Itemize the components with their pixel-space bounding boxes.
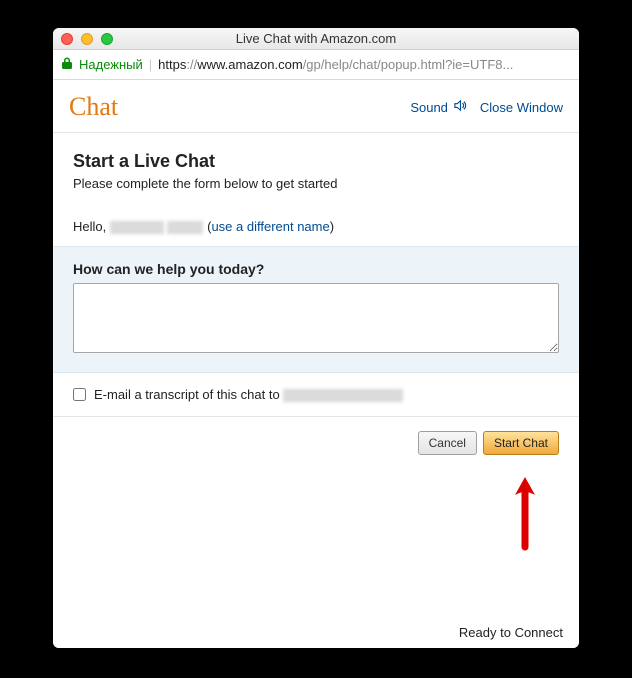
minimize-window-icon[interactable] xyxy=(81,33,93,45)
redacted-name xyxy=(167,221,203,234)
sound-label: Sound xyxy=(410,100,448,115)
redacted-name xyxy=(110,221,164,234)
start-subtitle: Please complete the form below to get st… xyxy=(73,176,559,191)
lock-icon xyxy=(61,57,73,73)
url-domain: www.amazon.com xyxy=(197,57,302,72)
close-window-icon[interactable] xyxy=(61,33,73,45)
chat-page: Chat Sound Close Window Start a Live Cha… xyxy=(53,80,579,648)
url-https: https xyxy=(158,57,186,72)
intro-section: Start a Live Chat Please complete the fo… xyxy=(53,133,579,246)
question-label: How can we help you today? xyxy=(73,261,559,277)
start-title: Start a Live Chat xyxy=(73,151,559,172)
address-bar[interactable]: Надежный | https://www.amazon.com/gp/hel… xyxy=(53,50,579,80)
page-title: Chat xyxy=(69,92,118,122)
email-transcript-row: E-mail a transcript of this chat to xyxy=(53,373,579,417)
status-text: Ready to Connect xyxy=(459,617,563,648)
traffic-lights xyxy=(61,33,113,45)
email-transcript-label: E-mail a transcript of this chat to xyxy=(94,387,403,402)
arrow-annotation-icon xyxy=(505,475,545,555)
sound-toggle[interactable]: Sound xyxy=(410,98,468,116)
window-titlebar: Live Chat with Amazon.com xyxy=(53,28,579,50)
browser-window: Live Chat with Amazon.com Надежный | htt… xyxy=(53,28,579,648)
chat-header: Chat Sound Close Window xyxy=(53,80,579,133)
redacted-email xyxy=(283,389,403,402)
maximize-window-icon[interactable] xyxy=(101,33,113,45)
secure-label: Надежный xyxy=(79,57,143,72)
question-textarea[interactable] xyxy=(73,283,559,353)
hello-prefix: Hello, xyxy=(73,219,110,234)
url-path: /gp/help/chat/popup.html?ie=UTF8... xyxy=(303,57,514,72)
paren-close: ) xyxy=(330,219,334,234)
use-different-name-link[interactable]: use a different name xyxy=(211,219,329,234)
speaker-icon xyxy=(453,98,468,116)
email-transcript-checkbox[interactable] xyxy=(73,388,86,401)
addressbar-divider: | xyxy=(149,57,152,72)
window-title: Live Chat with Amazon.com xyxy=(53,31,579,46)
close-window-link[interactable]: Close Window xyxy=(480,100,563,115)
cancel-button[interactable]: Cancel xyxy=(418,431,477,455)
url-text: https://www.amazon.com/gp/help/chat/popu… xyxy=(158,57,571,72)
start-chat-button[interactable]: Start Chat xyxy=(483,431,559,455)
hello-line: Hello, (use a different name) xyxy=(73,219,559,234)
header-links: Sound Close Window xyxy=(410,98,563,116)
question-section: How can we help you today? xyxy=(53,246,579,373)
url-sep: :// xyxy=(186,57,197,72)
email-label-prefix: E-mail a transcript of this chat to xyxy=(94,387,283,402)
button-row: Cancel Start Chat xyxy=(53,417,579,469)
